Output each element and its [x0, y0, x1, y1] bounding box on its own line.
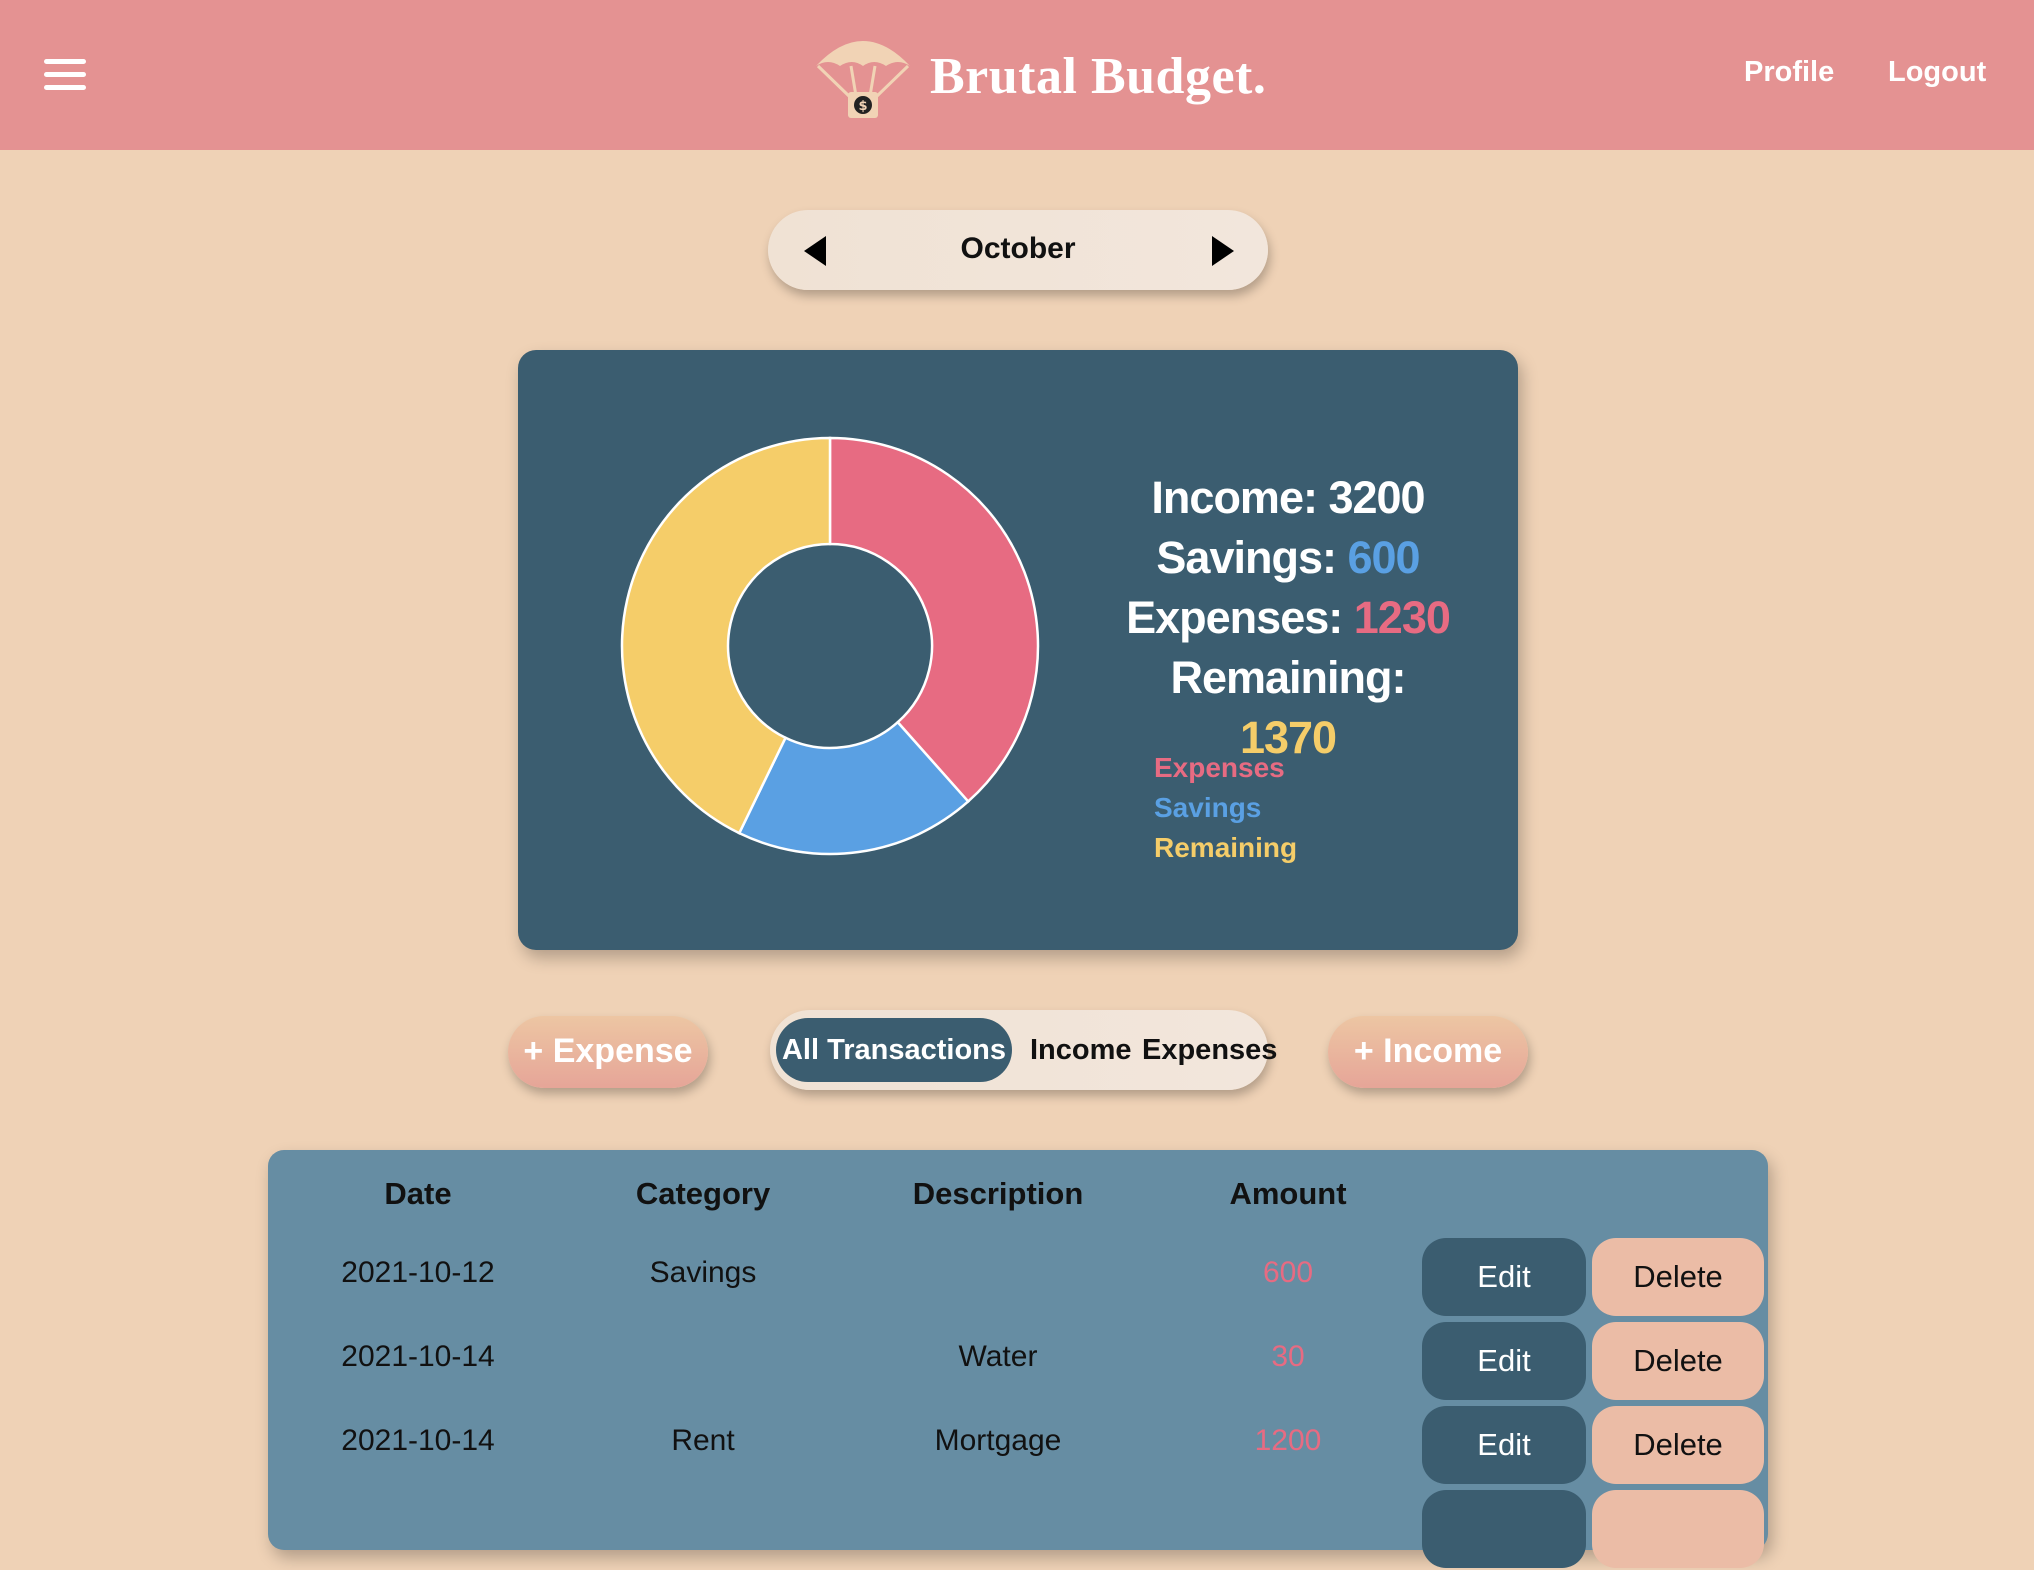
budget-summary-card: Income: 3200 Savings: 600 Expenses: 1230… [518, 350, 1518, 950]
income-value: 3200 [1328, 472, 1425, 523]
table-row: 2021-10-14 Water 30 Edit Delete [268, 1322, 1768, 1402]
current-month: October [960, 232, 1076, 265]
savings-label: Savings: [1156, 532, 1337, 583]
legend-remaining[interactable]: Remaining [1154, 828, 1297, 868]
row-date: 2021-10-14 [341, 1424, 495, 1457]
savings-total: Savings: 600 [1118, 528, 1458, 588]
expenses-total: Expenses: 1230 [1118, 588, 1458, 648]
expenses-value: 1230 [1353, 592, 1451, 643]
column-header-date: Date [384, 1176, 452, 1211]
row-amount: 1200 [1254, 1424, 1322, 1457]
budget-donut-chart[interactable] [620, 436, 1040, 856]
tab-all-transactions[interactable]: All Transactions [776, 1018, 1012, 1082]
row-date: 2021-10-12 [341, 1256, 495, 1289]
row-amount: 30 [1271, 1340, 1305, 1373]
row-description: Mortgage [934, 1424, 1062, 1457]
transactions-table: Date Category Description Amount 2021-10… [268, 1150, 1768, 1568]
tab-expenses[interactable]: Expenses [1142, 1018, 1277, 1082]
income-label: Income: [1151, 472, 1318, 523]
row-description: Water [958, 1340, 1038, 1373]
delete-button[interactable]: Delete [1592, 1322, 1764, 1400]
profile-link[interactable]: Profile [1744, 56, 1834, 89]
delete-button[interactable]: Delete [1592, 1238, 1764, 1316]
legend-expenses[interactable]: Expenses [1154, 748, 1297, 788]
brand[interactable]: $ Brutal Budget. [806, 26, 1266, 126]
expenses-label: Expenses: [1126, 592, 1343, 643]
row-date: 2021-10-14 [341, 1340, 495, 1373]
edit-button[interactable]: Edit [1422, 1238, 1586, 1316]
logo-symbol: $ [858, 99, 867, 114]
top-nav-bar: $ Brutal Budget. Profile Logout [0, 0, 2034, 150]
edit-button[interactable]: Edit [1422, 1406, 1586, 1484]
tab-income[interactable]: Income [1030, 1018, 1132, 1082]
month-selector: October [768, 210, 1268, 290]
edit-button[interactable] [1422, 1490, 1586, 1568]
row-category: Savings [649, 1256, 757, 1289]
legend-savings[interactable]: Savings [1154, 788, 1297, 828]
add-income-button[interactable]: + Income [1328, 1016, 1528, 1088]
edit-button[interactable]: Edit [1422, 1322, 1586, 1400]
delete-button[interactable]: Delete [1592, 1406, 1764, 1484]
savings-value: 600 [1347, 532, 1420, 583]
transaction-filter: All Transactions Income Expenses [770, 1010, 1277, 1090]
income-total: Income: 3200 [1118, 468, 1458, 528]
next-month-arrow-icon[interactable] [1212, 236, 1234, 266]
delete-button[interactable] [1592, 1490, 1764, 1568]
column-header-description: Description [912, 1176, 1084, 1211]
app-title: Brutal Budget. [930, 47, 1267, 105]
table-row: 2021-10-12 Savings 600 Edit Delete [268, 1238, 1768, 1318]
parachute-money-icon: $ [816, 41, 910, 118]
logout-link[interactable]: Logout [1888, 56, 1986, 89]
column-header-category: Category [635, 1176, 771, 1211]
column-header-amount: Amount [1229, 1176, 1347, 1211]
add-expense-button[interactable]: + Expense [508, 1016, 708, 1088]
table-row [268, 1490, 1768, 1570]
menu-icon[interactable] [44, 55, 86, 93]
table-row: 2021-10-14 Rent Mortgage 1200 Edit Delet… [268, 1406, 1768, 1486]
row-amount: 600 [1262, 1256, 1314, 1289]
row-category: Rent [671, 1424, 735, 1457]
remaining-label: Remaining: [1170, 652, 1406, 703]
budget-totals: Income: 3200 Savings: 600 Expenses: 1230… [1118, 468, 1458, 768]
chart-legend: Expenses Savings Remaining [1154, 748, 1297, 868]
